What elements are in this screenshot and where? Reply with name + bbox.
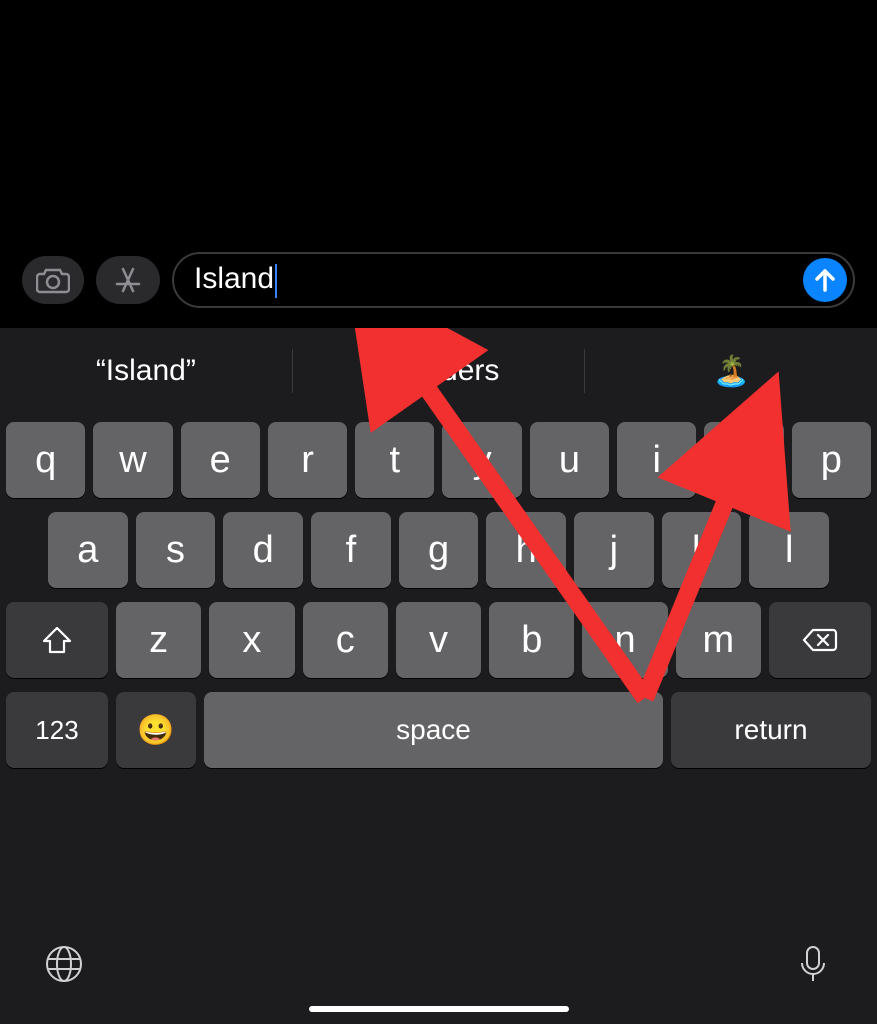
key-q[interactable]: q — [6, 422, 85, 498]
key-c[interactable]: c — [303, 602, 388, 678]
backspace-icon — [802, 627, 838, 653]
space-key[interactable]: space — [204, 692, 663, 768]
suggestion-bar: “Island” Islanders 🏝️ — [0, 328, 877, 414]
appstore-icon — [113, 265, 143, 295]
key-s[interactable]: s — [136, 512, 216, 588]
home-indicator[interactable] — [309, 1006, 569, 1012]
camera-button[interactable] — [22, 256, 84, 304]
key-t[interactable]: t — [355, 422, 434, 498]
key-o[interactable]: o — [704, 422, 783, 498]
key-a[interactable]: a — [48, 512, 128, 588]
globe-icon — [44, 944, 84, 984]
key-n[interactable]: n — [582, 602, 667, 678]
appstore-button[interactable] — [96, 256, 160, 304]
key-row-4: 123 😀 space return — [0, 692, 877, 768]
key-w[interactable]: w — [93, 422, 172, 498]
key-h[interactable]: h — [486, 512, 566, 588]
numbers-key[interactable]: 123 — [6, 692, 108, 768]
key-f[interactable]: f — [311, 512, 391, 588]
key-l[interactable]: l — [749, 512, 829, 588]
backspace-key[interactable] — [769, 602, 871, 678]
key-row-2: a s d f g h j k l — [0, 512, 877, 588]
shift-icon — [41, 625, 73, 655]
key-b[interactable]: b — [489, 602, 574, 678]
key-k[interactable]: k — [662, 512, 742, 588]
suggestion-1[interactable]: “Island” — [0, 341, 292, 401]
key-v[interactable]: v — [396, 602, 481, 678]
return-key[interactable]: return — [671, 692, 871, 768]
text-caret — [275, 264, 277, 298]
key-row-3: z x c v b n m — [0, 602, 877, 678]
key-row-1: q w e r t y u i o p — [0, 414, 877, 498]
key-r[interactable]: r — [268, 422, 347, 498]
key-z[interactable]: z — [116, 602, 201, 678]
shift-key[interactable] — [6, 602, 108, 678]
key-p[interactable]: p — [792, 422, 871, 498]
compose-toolbar: Island — [0, 240, 877, 320]
key-y[interactable]: y — [442, 422, 521, 498]
key-j[interactable]: j — [574, 512, 654, 588]
key-x[interactable]: x — [209, 602, 294, 678]
camera-icon — [36, 266, 70, 294]
keyboard: “Island” Islanders 🏝️ q w e r t y u i o … — [0, 328, 877, 1024]
dictation-button[interactable] — [789, 940, 837, 988]
send-button[interactable] — [803, 258, 847, 302]
key-g[interactable]: g — [399, 512, 479, 588]
key-i[interactable]: i — [617, 422, 696, 498]
key-d[interactable]: d — [223, 512, 303, 588]
key-u[interactable]: u — [530, 422, 609, 498]
message-input[interactable]: Island — [172, 252, 855, 308]
suggestion-2[interactable]: Islanders — [293, 341, 585, 401]
suggestion-3-emoji[interactable]: 🏝️ — [585, 341, 877, 401]
microphone-icon — [799, 944, 827, 984]
message-input-text: Island — [194, 262, 803, 297]
emoji-key[interactable]: 😀 — [116, 692, 196, 768]
key-m[interactable]: m — [676, 602, 761, 678]
globe-button[interactable] — [40, 940, 88, 988]
key-e[interactable]: e — [181, 422, 260, 498]
arrow-up-icon — [814, 267, 836, 293]
